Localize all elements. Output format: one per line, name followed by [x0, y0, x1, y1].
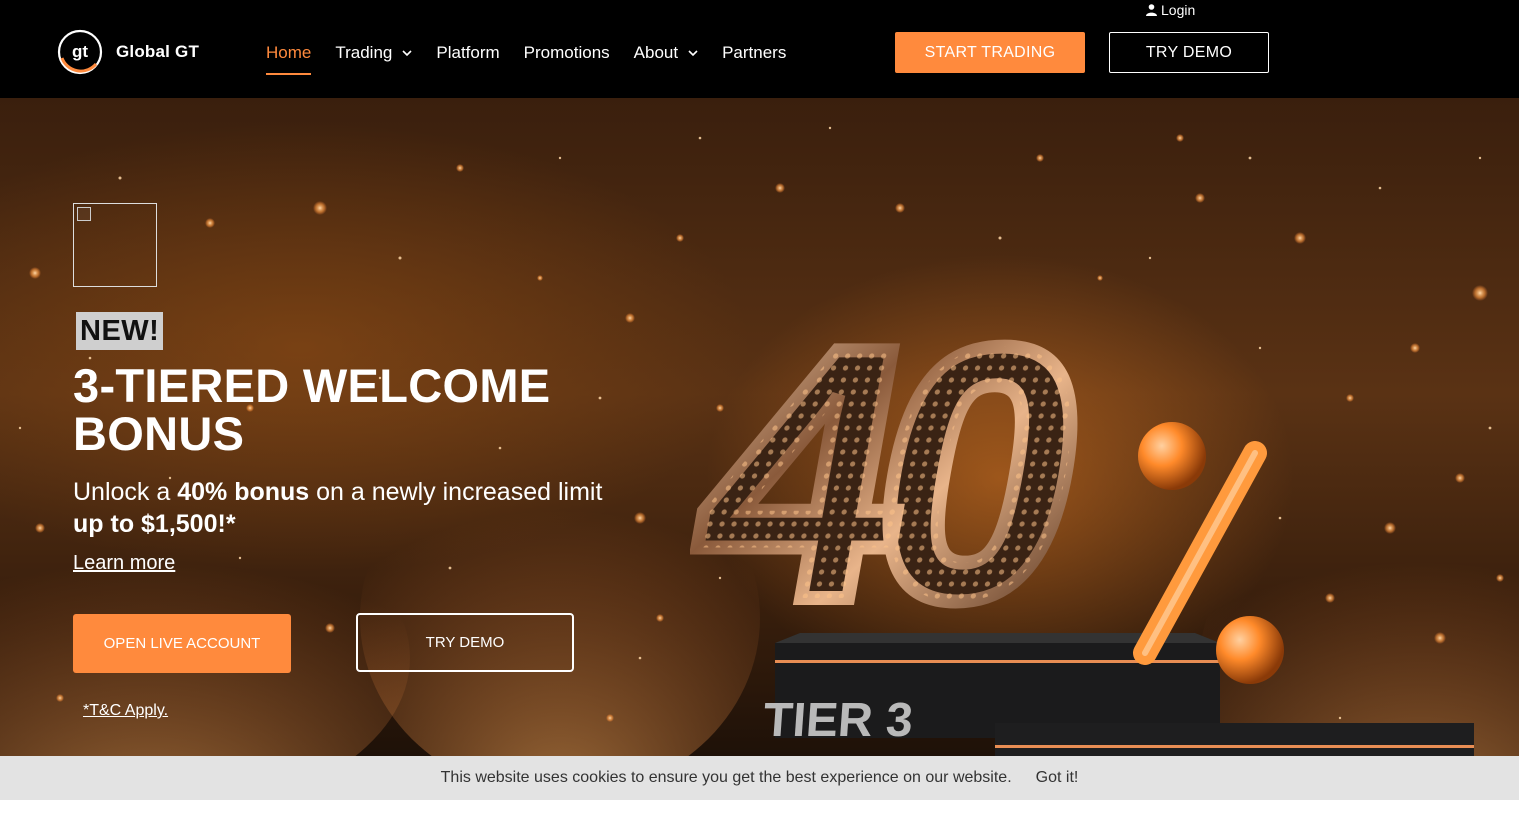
- nav-about-label: About: [633, 43, 679, 62]
- chevron-down-icon: [688, 50, 698, 57]
- login-link[interactable]: Login: [1146, 2, 1195, 18]
- hero-banner: NEW! 3-TIERED WELCOME BONUS Unlock a 40%…: [0, 98, 1519, 756]
- cookie-message: This website uses cookies to ensure you …: [440, 769, 1012, 786]
- main-nav: Home Trading Platform Promotions About P…: [266, 42, 786, 75]
- nav-about[interactable]: About: [634, 42, 698, 64]
- nav-partners[interactable]: Partners: [722, 42, 786, 64]
- hero-subtitle: Unlock a 40% bonus on a newly increased …: [73, 476, 633, 540]
- try-demo-header-button[interactable]: TRY DEMO: [1109, 32, 1269, 73]
- terms-apply-link[interactable]: *T&C Apply.: [83, 702, 168, 720]
- nav-promotions[interactable]: Promotions: [524, 42, 610, 64]
- cookie-banner: This website uses cookies to ensure you …: [0, 756, 1519, 800]
- promo-40-percent-art: TIER 3 40 40: [690, 266, 1474, 756]
- logo-letters: gt: [72, 42, 88, 61]
- try-demo-hero-button[interactable]: TRY DEMO: [356, 613, 574, 672]
- start-trading-button[interactable]: START TRADING: [895, 32, 1085, 73]
- nav-partners-label: Partners: [722, 43, 787, 62]
- brand-name: Global GT: [116, 42, 200, 61]
- user-icon: [1146, 4, 1157, 16]
- hero-subtitle-limit: up to $1,500!*: [73, 510, 236, 538]
- nav-home[interactable]: Home: [266, 42, 312, 75]
- nav-trading[interactable]: Trading: [335, 42, 412, 64]
- page-bottom-strip: [0, 800, 1519, 819]
- hero-subtitle-bonus: 40% bonus: [177, 478, 310, 506]
- new-badge: NEW!: [76, 312, 164, 350]
- hero-subtitle-part2: on a newly increased limit: [309, 478, 603, 506]
- hero-title: 3-TIERED WELCOME BONUS: [73, 359, 551, 460]
- nav-platform-label: Platform: [436, 43, 500, 62]
- promo-number-dots: 40: [690, 273, 1101, 675]
- cookie-accept-button[interactable]: Got it!: [1036, 769, 1079, 787]
- login-label: Login: [1161, 2, 1196, 18]
- learn-more-link[interactable]: Learn more: [73, 552, 175, 575]
- nav-promotions-label: Promotions: [523, 43, 610, 62]
- nav-home-label: Home: [266, 43, 312, 62]
- brand-logo[interactable]: gt Global GT: [56, 28, 199, 76]
- broken-image-placeholder: [73, 203, 157, 287]
- nav-platform[interactable]: Platform: [436, 42, 499, 64]
- open-live-account-button[interactable]: OPEN LIVE ACCOUNT: [73, 614, 291, 673]
- gt-logo-icon: gt: [57, 29, 103, 75]
- nav-trading-label: Trading: [335, 43, 393, 62]
- broken-image-icon: [77, 207, 91, 221]
- podium-tier-label: TIER 3: [762, 694, 915, 747]
- site-header: Login gt Global GT Home Trading Platform…: [0, 0, 1519, 98]
- hero-subtitle-part1: Unlock a: [73, 478, 178, 506]
- chevron-down-icon: [402, 50, 412, 57]
